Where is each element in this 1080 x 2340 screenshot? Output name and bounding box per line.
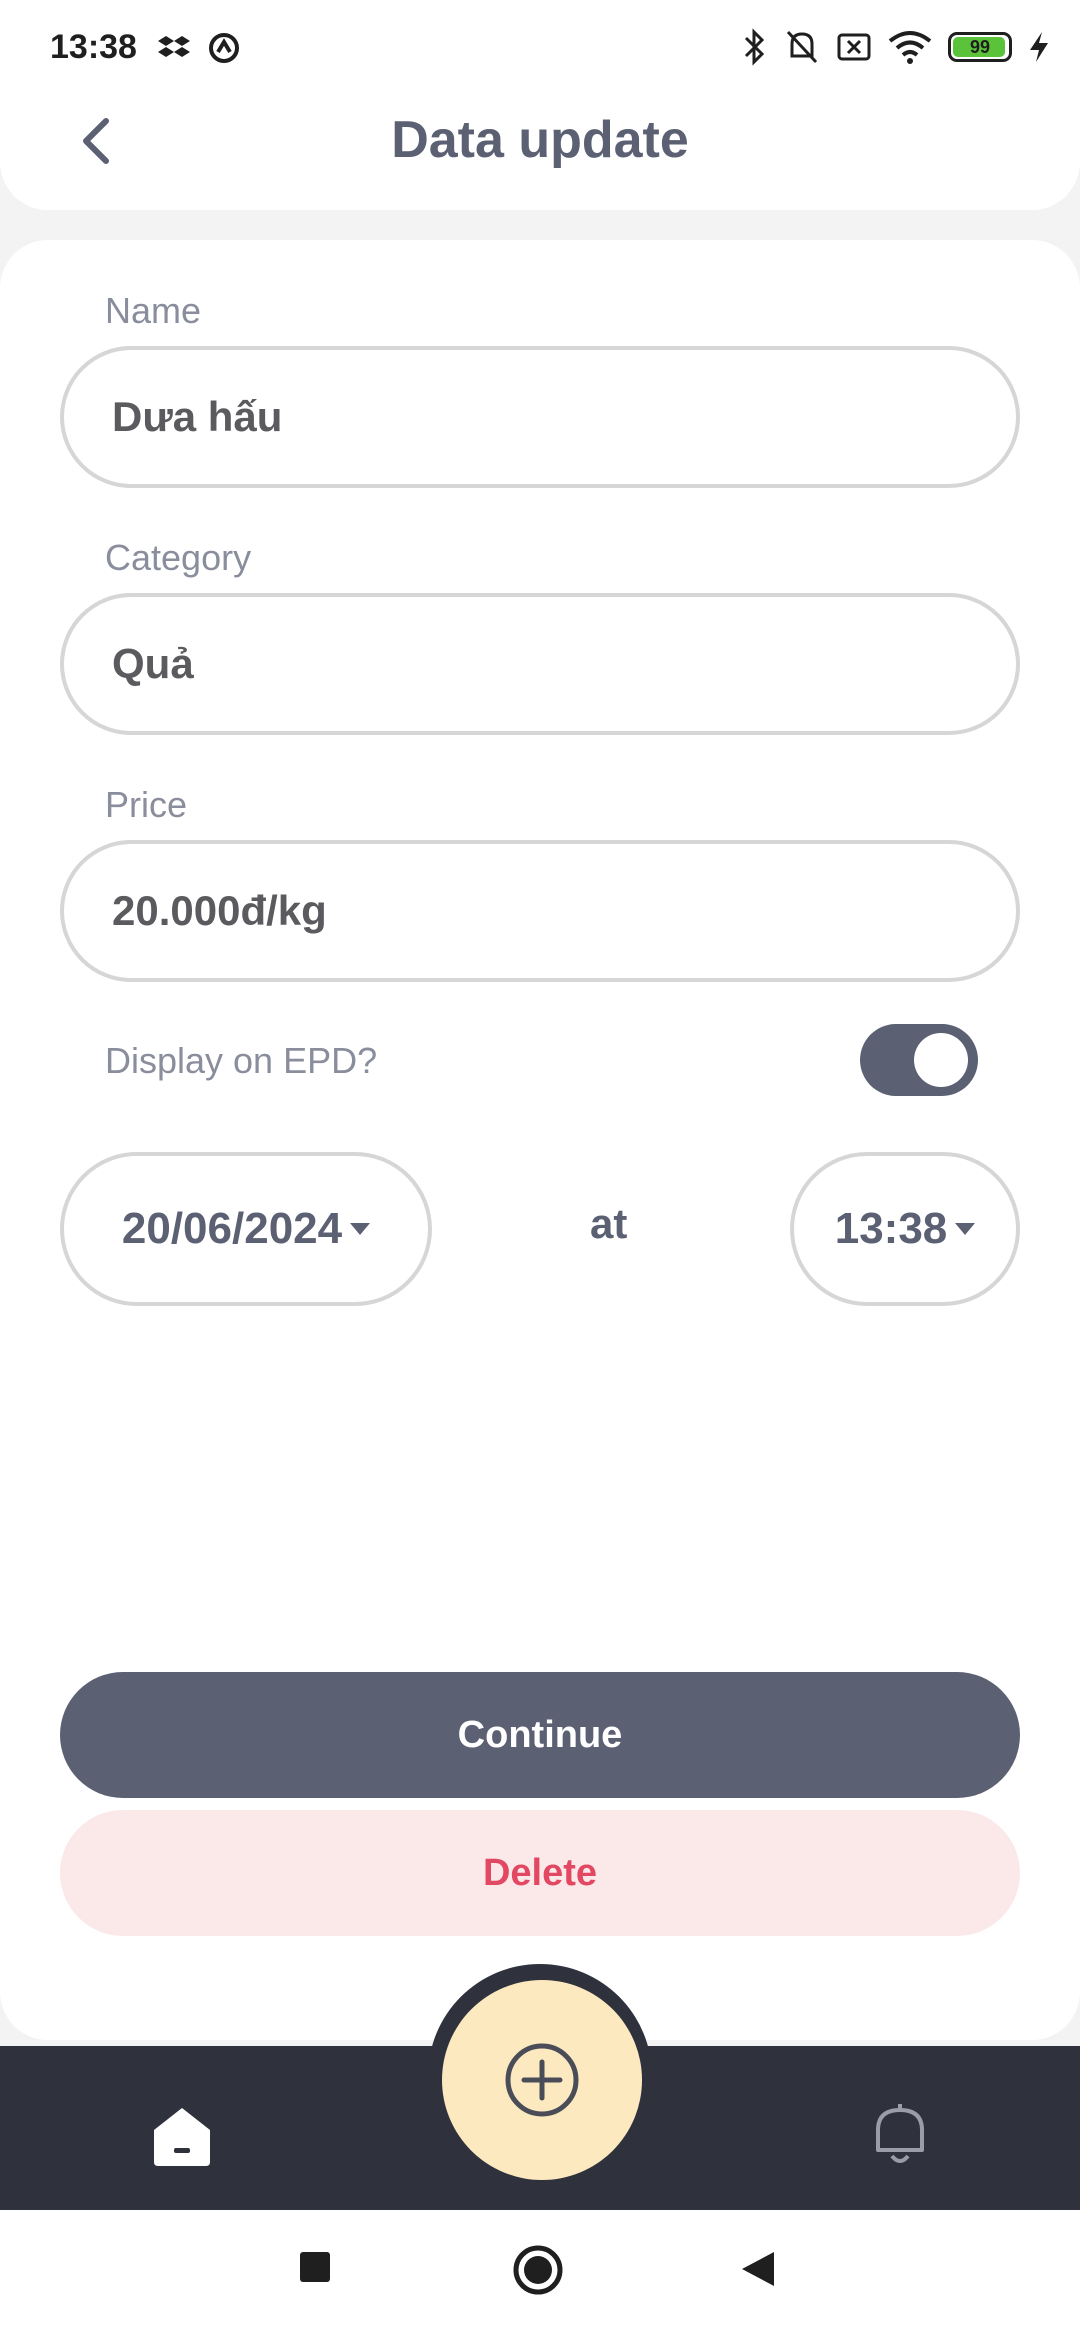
app-screen: 13:38 99 Data update Name Dưa hấu Catego…	[0, 0, 1080, 2340]
price-label: Price	[105, 784, 188, 825]
bell-icon	[876, 2104, 924, 2163]
dropbox-icon	[158, 36, 190, 57]
status-bar: 13:38 99	[0, 0, 1080, 96]
home-icon	[154, 2108, 210, 2166]
battery-level: 99	[969, 36, 991, 57]
time-value: 13:38	[834, 1204, 948, 1253]
recent-apps-icon	[300, 2252, 330, 2282]
add-circle-icon	[505, 2043, 579, 2117]
category-label: Category	[105, 537, 252, 578]
nav-home[interactable]	[146, 2100, 218, 2172]
time-picker[interactable]: 13:38	[790, 1152, 1020, 1306]
system-nav	[0, 2210, 1080, 2340]
status-time: 13:38	[50, 28, 137, 66]
price-input[interactable]: 20.000đ/kg	[60, 840, 1020, 982]
status-left-icons	[156, 30, 242, 66]
back-system-button[interactable]	[740, 2250, 776, 2293]
battery-icon: 99	[948, 32, 1012, 62]
back-triangle-icon	[742, 2252, 774, 2286]
display-epd-toggle[interactable]	[860, 1024, 978, 1096]
bell-off-icon	[786, 30, 818, 64]
toggle-knob	[914, 1033, 968, 1087]
name-input[interactable]: Dưa hấu	[60, 346, 1020, 488]
delete-button[interactable]: Delete	[60, 1810, 1020, 1936]
date-picker[interactable]: 20/06/2024	[60, 1152, 432, 1306]
chevron-down-icon	[955, 1223, 976, 1235]
nav-notifications[interactable]	[864, 2098, 936, 2170]
home-system-button[interactable]	[512, 2244, 564, 2301]
header: Data update	[0, 96, 1080, 210]
name-label: Name	[105, 290, 202, 331]
continue-button[interactable]: Continue	[60, 1672, 1020, 1798]
category-input[interactable]: Quả	[60, 593, 1020, 735]
display-epd-label: Display on EPD?	[105, 1040, 378, 1081]
add-button[interactable]	[442, 1980, 642, 2180]
wifi-icon	[888, 31, 932, 64]
home-circle-icon	[513, 2245, 563, 2295]
sync-icon	[209, 33, 239, 63]
chevron-down-icon	[350, 1223, 371, 1235]
date-value: 20/06/2024	[121, 1204, 343, 1253]
page-title: Data update	[391, 111, 689, 169]
recent-apps-button[interactable]	[298, 2250, 332, 2289]
at-label: at	[590, 1200, 628, 1247]
bluetooth-icon	[744, 28, 765, 66]
status-right-icons: 99	[740, 28, 1050, 66]
sim-off-icon	[837, 33, 871, 61]
charging-icon	[1030, 32, 1048, 62]
